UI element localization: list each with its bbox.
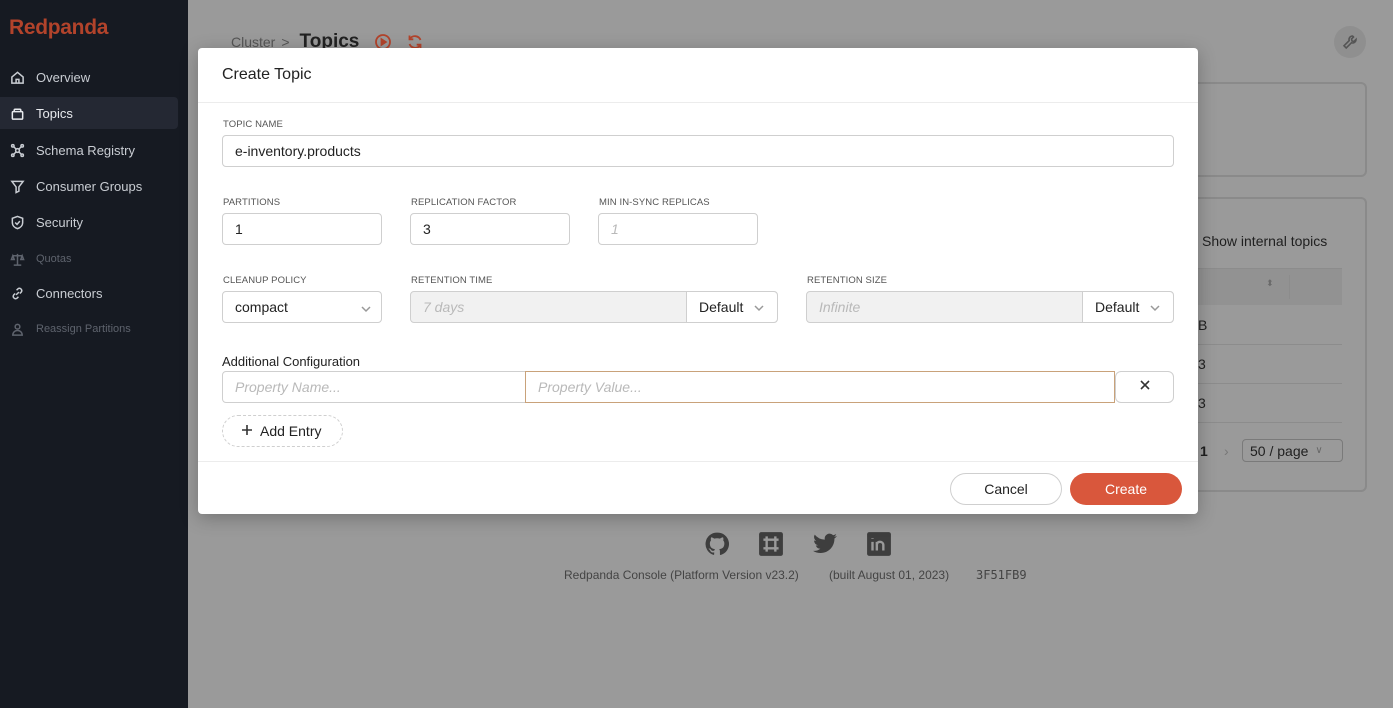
- property-value-input[interactable]: Property Value...: [525, 371, 1115, 403]
- divider: [1188, 422, 1342, 423]
- sidebar-item-label: Topics: [36, 105, 73, 121]
- remove-entry-button[interactable]: [1115, 371, 1174, 403]
- partitions-value: 1: [235, 221, 243, 237]
- retention-time-unit: Default: [699, 299, 744, 315]
- divider: [1289, 275, 1290, 299]
- sidebar-item-connectors[interactable]: Connectors: [0, 277, 178, 309]
- additional-config-label: Additional Configuration: [222, 354, 361, 369]
- modal-title: Create Topic: [198, 48, 1198, 103]
- sidebar-item-overview[interactable]: Overview: [0, 61, 178, 93]
- linkedin-icon[interactable]: [866, 531, 892, 557]
- footer-hash[interactable]: 3F51FB9: [976, 568, 1027, 582]
- close-icon: [1139, 378, 1151, 396]
- add-entry-button[interactable]: Add Entry: [222, 415, 343, 447]
- chevron-down-icon: ∨: [1315, 445, 1323, 456]
- sidebar-item-schema-registry[interactable]: Schema Registry: [0, 134, 178, 166]
- sidebar-item-label: Security: [36, 214, 83, 230]
- modal-footer: Cancel Create: [198, 461, 1198, 514]
- sidebar-item-consumer-groups[interactable]: Consumer Groups: [0, 170, 178, 202]
- sidebar-item-label: Overview: [36, 69, 91, 85]
- property-value-placeholder: Property Value...: [538, 379, 642, 395]
- topic-name-input[interactable]: e-inventory.products: [222, 135, 1174, 167]
- sidebar-item-quotas[interactable]: Quotas: [0, 243, 178, 275]
- home-icon: [9, 69, 25, 85]
- sidebar-item-security[interactable]: Security: [0, 206, 178, 238]
- replication-factor-label: REPLICATION FACTOR: [411, 197, 517, 208]
- retention-size-unit-select[interactable]: Default: [1082, 292, 1173, 322]
- user-icon: [9, 321, 25, 337]
- chevron-down-icon: [360, 302, 372, 314]
- wrench-icon[interactable]: [1334, 26, 1366, 58]
- github-icon[interactable]: [704, 531, 730, 557]
- cleanup-policy-label: CLEANUP POLICY: [223, 275, 307, 286]
- page-size-select[interactable]: 50 / page ∨: [1242, 439, 1343, 462]
- retention-size-input[interactable]: Infinite Default: [806, 291, 1174, 323]
- sidebar-item-label: Quotas: [36, 253, 72, 265]
- sidebar-item-topics[interactable]: Topics: [0, 97, 178, 129]
- pager-current-page[interactable]: 1: [1200, 443, 1208, 459]
- footer-version: Redpanda Console (Platform Version v23.2…: [564, 568, 799, 582]
- link-icon: [9, 285, 25, 301]
- table-cell: 3: [1198, 395, 1206, 411]
- replication-factor-value: 3: [423, 221, 431, 237]
- sidebar-item-reassign-partitions[interactable]: Reassign Partitions: [0, 313, 178, 345]
- shield-icon: [9, 214, 25, 230]
- slack-icon[interactable]: [758, 531, 784, 557]
- replication-factor-input[interactable]: 3: [410, 213, 570, 245]
- retention-time-input[interactable]: 7 days Default: [410, 291, 778, 323]
- retention-time-placeholder: 7 days: [423, 299, 465, 315]
- partitions-label: PARTITIONS: [223, 197, 281, 208]
- scale-icon: [9, 251, 25, 267]
- min-isr-placeholder: 1: [611, 221, 619, 237]
- create-topic-modal: Create Topic TOPIC NAME e-inventory.prod…: [198, 48, 1198, 514]
- chevron-down-icon: [753, 301, 765, 313]
- plus-icon: [241, 423, 253, 439]
- create-button[interactable]: Create: [1070, 473, 1182, 505]
- table-cell: B: [1198, 317, 1208, 333]
- show-internal-topics-label[interactable]: Show internal topics: [1202, 233, 1327, 249]
- retention-time-unit-select[interactable]: Default: [686, 292, 777, 322]
- pager-next-icon[interactable]: ›: [1224, 443, 1229, 459]
- min-isr-label: MIN IN-SYNC REPLICAS: [599, 197, 710, 208]
- sidebar-item-label: Schema Registry: [36, 142, 135, 158]
- sort-icon[interactable]: ⬍: [1266, 278, 1274, 289]
- table-cell: 3: [1198, 356, 1206, 372]
- retention-size-placeholder: Infinite: [819, 299, 861, 315]
- footer-built: (built August 01, 2023): [829, 568, 950, 582]
- topic-name-value: e-inventory.products: [235, 143, 361, 159]
- chevron-down-icon: [1149, 301, 1161, 313]
- filter-icon: [9, 178, 25, 194]
- cleanup-policy-select[interactable]: compact: [222, 291, 382, 323]
- sidebar-item-label: Connectors: [36, 285, 103, 301]
- property-name-input[interactable]: Property Name...: [222, 371, 526, 403]
- redpanda-logo[interactable]: Redpanda: [9, 16, 108, 40]
- sidebar-item-label: Reassign Partitions: [36, 323, 131, 335]
- table-header: [1188, 269, 1342, 305]
- twitter-icon[interactable]: [812, 531, 838, 557]
- retention-size-unit: Default: [1095, 299, 1140, 315]
- sidebar-item-label: Consumer Groups: [36, 178, 143, 194]
- cancel-button[interactable]: Cancel: [950, 473, 1062, 505]
- partitions-input[interactable]: 1: [222, 213, 382, 245]
- cleanup-policy-value: compact: [235, 299, 288, 315]
- schema-icon: [9, 142, 25, 158]
- topics-icon: [9, 105, 25, 121]
- property-name-placeholder: Property Name...: [235, 379, 341, 395]
- topic-name-label: TOPIC NAME: [223, 119, 283, 130]
- min-isr-input[interactable]: 1: [598, 213, 758, 245]
- page-size-value: 50 / page: [1250, 442, 1309, 459]
- sidebar: Redpanda Overview Topics Schema Registry…: [0, 0, 188, 708]
- divider: [1188, 383, 1342, 384]
- divider: [1188, 344, 1342, 345]
- stats-card: [1183, 82, 1367, 177]
- add-entry-label: Add Entry: [260, 423, 322, 439]
- retention-time-label: RETENTION TIME: [411, 275, 493, 286]
- retention-size-label: RETENTION SIZE: [807, 275, 888, 286]
